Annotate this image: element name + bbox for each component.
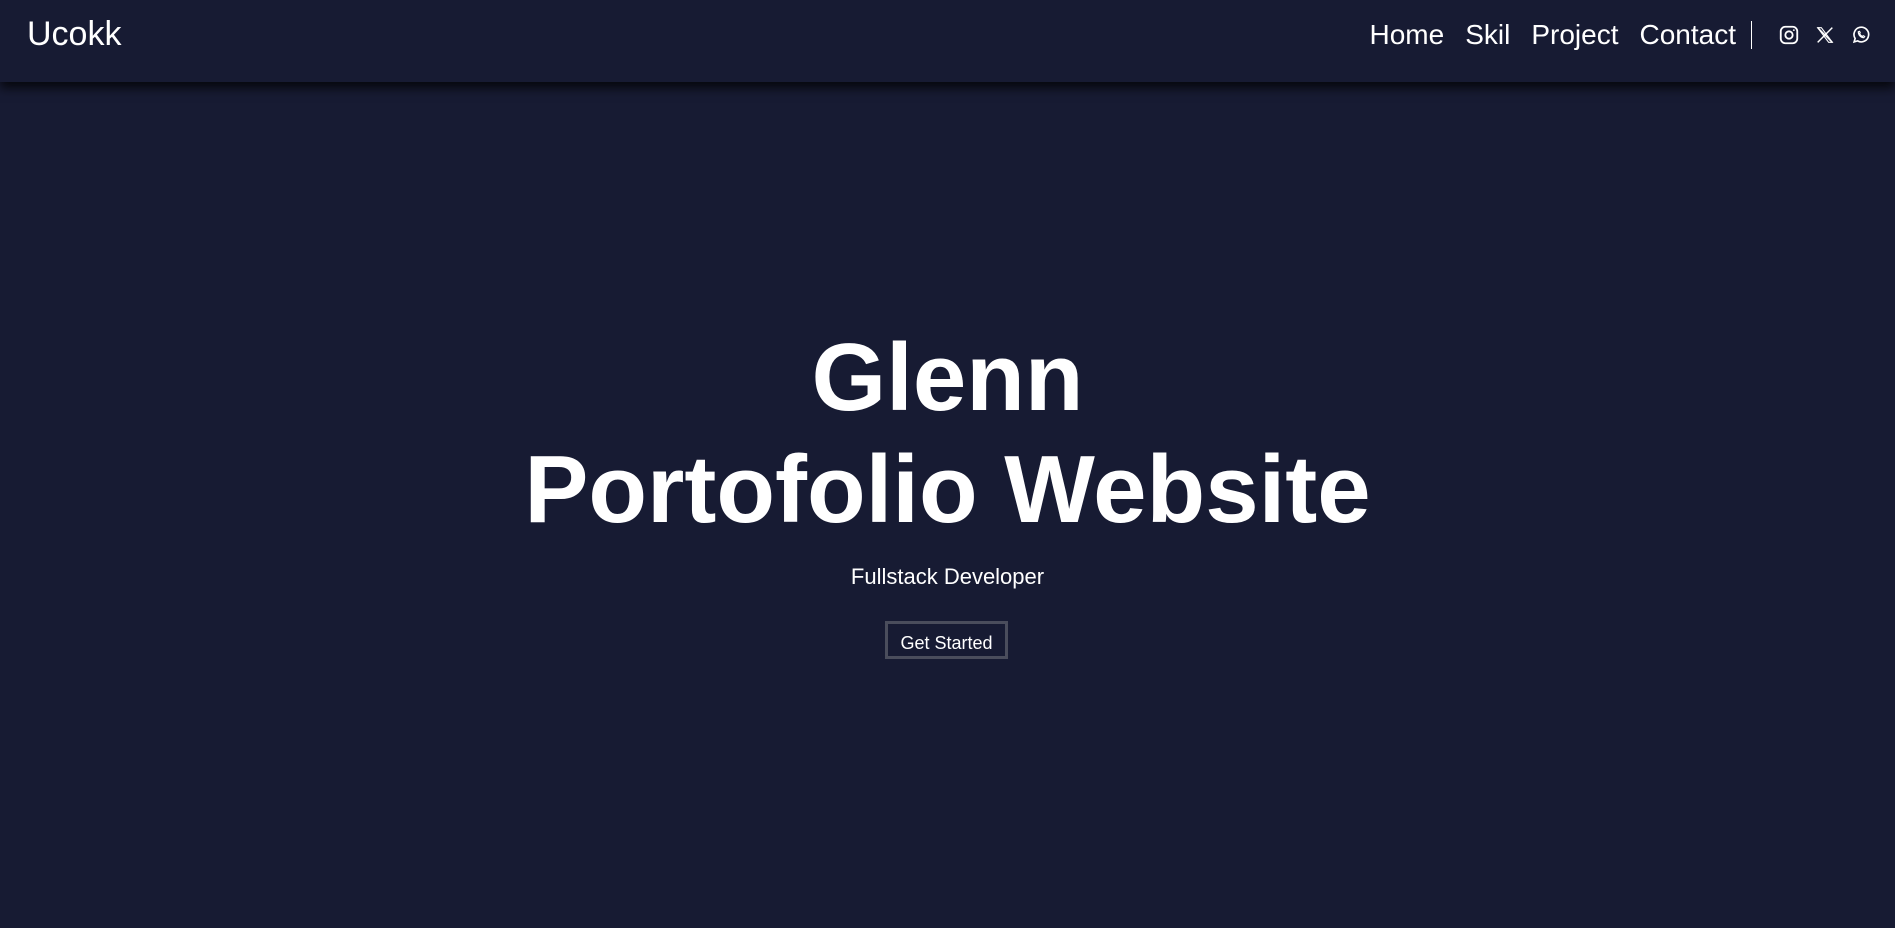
nav-link-project[interactable]: Project [1531, 18, 1618, 52]
get-started-button[interactable]: Get Started [885, 621, 1008, 659]
hero-subtitle: Fullstack Developer [850, 564, 1045, 589]
hero-title-line-2: Portofolio Website [524, 436, 1371, 543]
brand-logo[interactable]: Ucokk [27, 14, 121, 54]
nav-link-home[interactable]: Home [1370, 18, 1445, 52]
hero-title-line-1: Glenn [811, 324, 1084, 431]
hero-title: Glenn Portofolio Website [0, 322, 1895, 546]
x-icon[interactable] [1813, 23, 1837, 47]
nav-links: Home Skil Project Contact [1370, 18, 1873, 52]
hero-section: Glenn Portofolio Website Fullstack Devel… [0, 82, 1895, 928]
instagram-icon[interactable] [1777, 23, 1801, 47]
navbar: Ucokk Home Skil Project Contact [0, 0, 1895, 82]
nav-link-contact[interactable]: Contact [1640, 18, 1737, 52]
nav-divider [1751, 21, 1752, 49]
nav-link-skil[interactable]: Skil [1465, 18, 1510, 52]
whatsapp-icon[interactable] [1849, 23, 1873, 47]
